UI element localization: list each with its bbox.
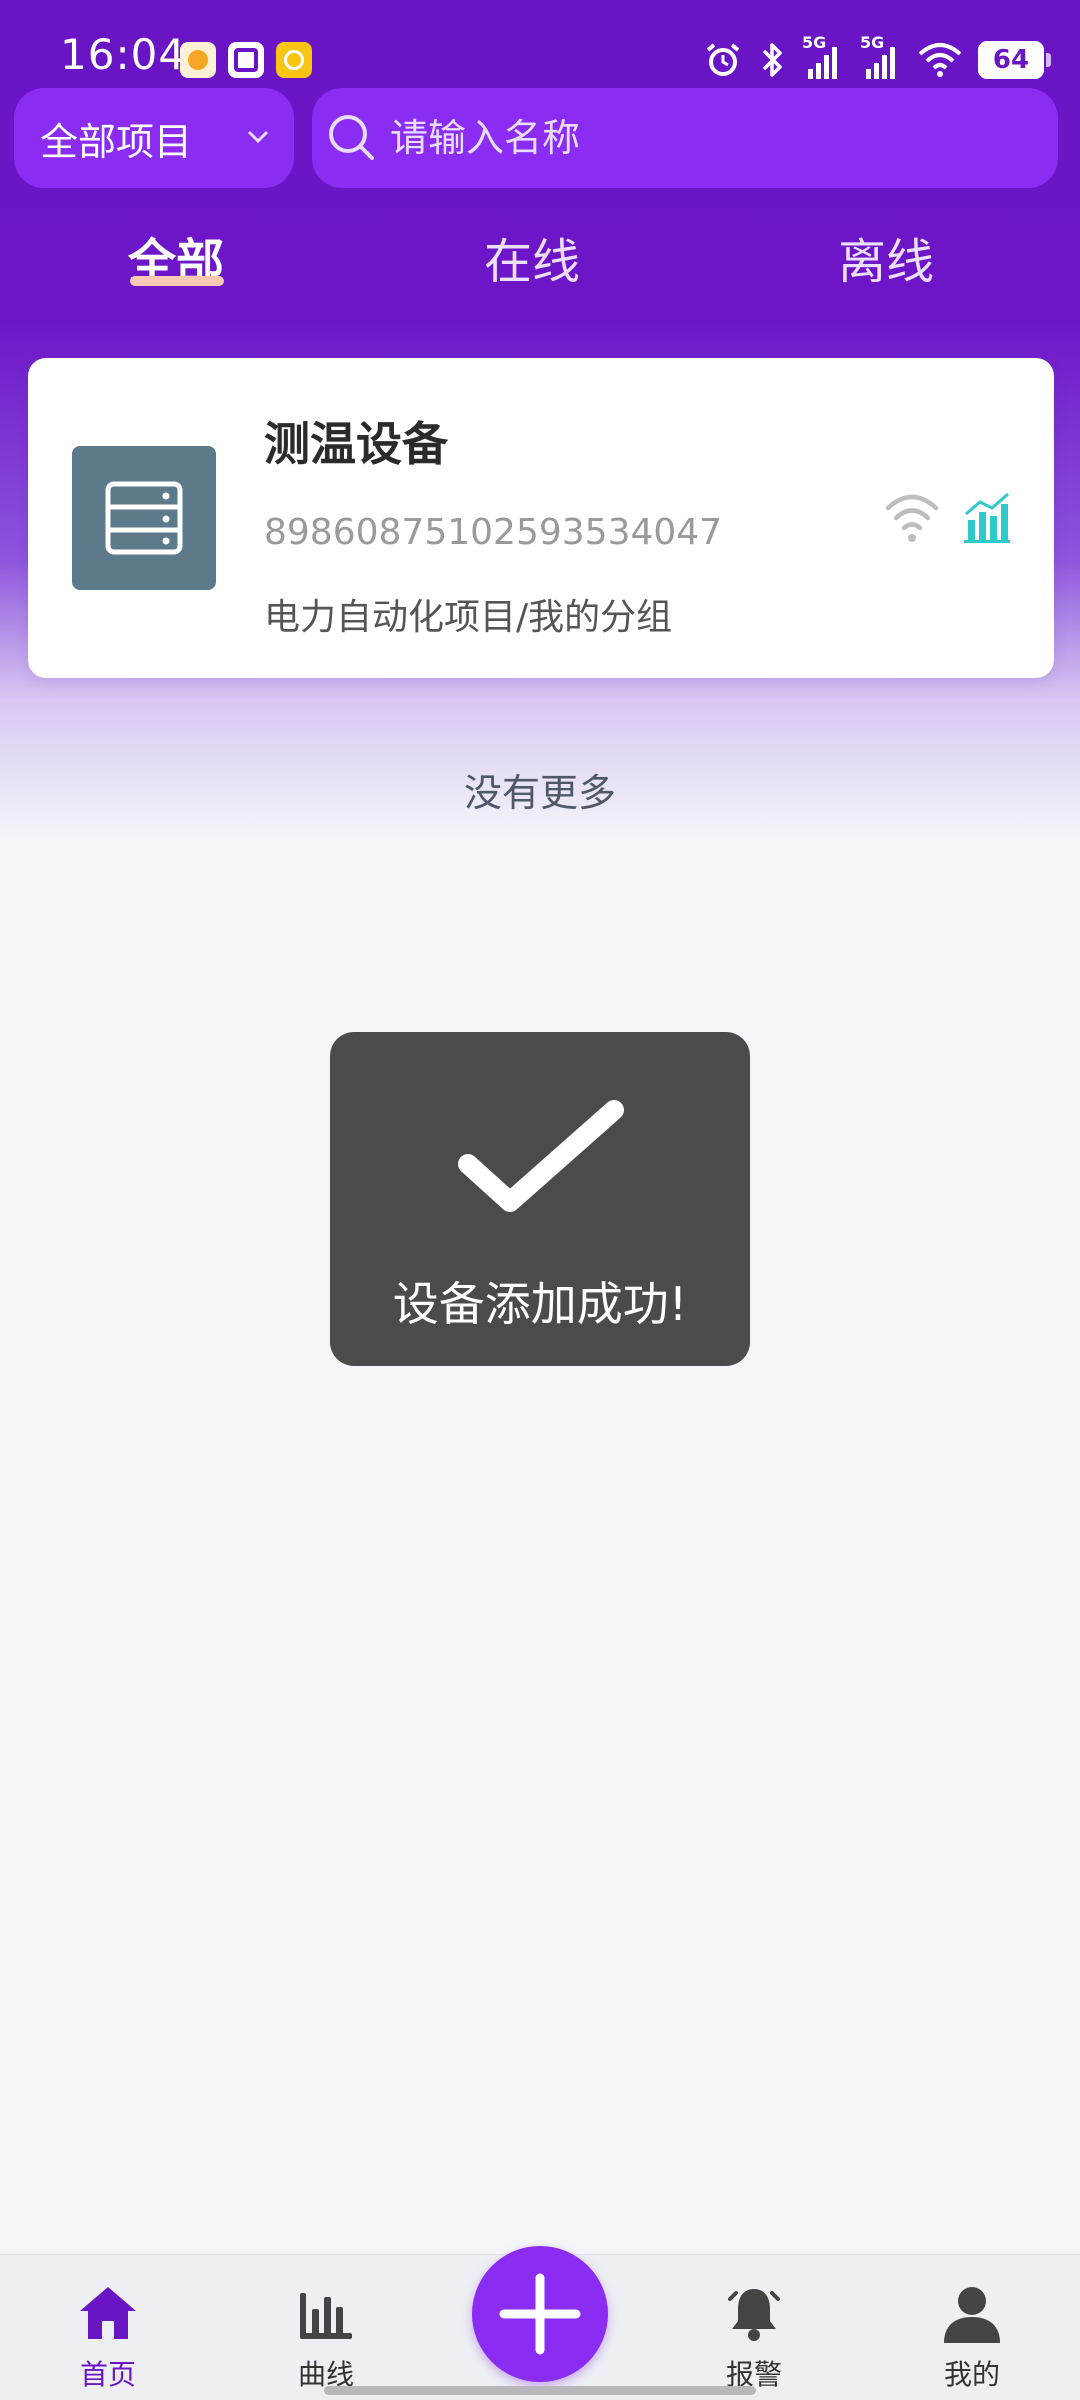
- notification-app-icon: [228, 42, 264, 78]
- device-group: 电力自动化项目/我的分组: [264, 597, 673, 638]
- battery-indicator: 64: [978, 41, 1051, 79]
- list-footer: 没有更多: [463, 771, 616, 815]
- status-icons: 5G 5G 64: [704, 33, 1051, 82]
- checkmark-icon: [458, 1100, 624, 1212]
- nav-home-label: 首页: [79, 2358, 136, 2391]
- project-filter-label: 全部项目: [40, 119, 193, 164]
- nav-alarm[interactable]: 报警: [674, 2275, 834, 2393]
- plus-icon: [499, 2273, 581, 2355]
- bell-icon: [728, 2289, 780, 2341]
- server-icon: [105, 481, 183, 555]
- wifi-icon: [885, 494, 939, 542]
- status-bar: 16:04 5G 5G 64: [0, 0, 1080, 84]
- bar-chart-icon: [300, 2293, 352, 2339]
- signal-5g-icon: 5G: [802, 33, 844, 81]
- device-thumbnail: [72, 446, 216, 590]
- chevron-down-icon: [247, 130, 269, 144]
- success-toast: 设备添加成功!: [330, 1032, 750, 1366]
- status-time: 16:04: [60, 30, 187, 79]
- device-name: 测温设备: [264, 417, 448, 471]
- device-card[interactable]: 测温设备 89860875102593534047 电力自动化项目/我的分组: [28, 358, 1054, 678]
- search-icon: [329, 115, 374, 160]
- alarm-icon: [706, 43, 740, 76]
- tab-offline[interactable]: 离线: [838, 222, 934, 292]
- notification-app-icon: [180, 42, 216, 78]
- nav-home[interactable]: 首页: [28, 2275, 188, 2393]
- notification-app-icon: [276, 42, 312, 78]
- home-icon: [80, 2287, 136, 2339]
- bluetooth-icon: [762, 43, 782, 77]
- search-box[interactable]: [312, 88, 1058, 188]
- home-indicator-bar: [324, 2386, 756, 2395]
- add-device-button[interactable]: [472, 2246, 608, 2382]
- wifi-status-icon: [918, 43, 962, 77]
- bar-chart-icon[interactable]: [962, 492, 1012, 544]
- nav-mine-label: 我的: [943, 2358, 1000, 2391]
- device-id: 89860875102593534047: [264, 512, 723, 553]
- user-icon: [944, 2287, 1000, 2343]
- signal-5g-icon: 5G: [860, 33, 902, 81]
- nav-mine[interactable]: 我的: [892, 2275, 1052, 2393]
- project-filter-dropdown[interactable]: 全部项目: [14, 88, 294, 188]
- tab-online[interactable]: 在线: [484, 222, 580, 292]
- toast-message: 设备添加成功!: [392, 1277, 688, 1331]
- nav-curve[interactable]: 曲线: [246, 2275, 406, 2393]
- search-input[interactable]: [390, 116, 1010, 160]
- active-tab-indicator: [130, 276, 224, 286]
